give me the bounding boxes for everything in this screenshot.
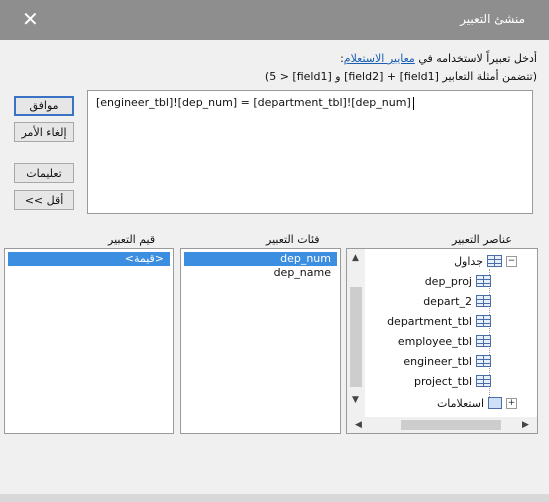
tree-item-label: engineer_tbl bbox=[403, 354, 472, 368]
less-button[interactable]: << أقل bbox=[14, 190, 74, 210]
help-button[interactable]: تعليمات bbox=[14, 163, 74, 183]
vertical-scrollbar[interactable]: ▲ ▼ bbox=[347, 249, 365, 419]
tree-item-label: employee_tbl bbox=[397, 334, 472, 348]
scrollbar-thumb[interactable] bbox=[401, 420, 501, 430]
scroll-right-icon[interactable]: ▶ bbox=[522, 420, 529, 430]
list-item[interactable]: dep_num bbox=[184, 252, 337, 266]
tree-item-queries[interactable]: استعلامات + bbox=[437, 395, 517, 411]
tree-item-table[interactable]: project_tbl bbox=[414, 373, 491, 389]
window-title: منشئ التعبير bbox=[460, 12, 525, 26]
horizontal-scrollbar[interactable]: ◀ ▶ bbox=[347, 417, 537, 433]
tree-item-label: depart_2 bbox=[423, 294, 472, 308]
title-bar: ✕ منشئ التعبير bbox=[0, 0, 549, 40]
expression-elements-tree[interactable]: ▲ ▼ جداول − dep_proj depart_2 department… bbox=[346, 248, 538, 434]
table-icon bbox=[476, 375, 491, 387]
expand-icon[interactable]: + bbox=[506, 397, 517, 409]
instruction-text: أدخل تعبيراً لاستخدامه في bbox=[414, 52, 537, 65]
expression-text: [engineer_tbl]![dep_num] = [department_t… bbox=[96, 96, 411, 109]
categories-label: فئات التعبير bbox=[266, 233, 320, 246]
table-icon bbox=[476, 335, 491, 347]
tree-item-label: project_tbl bbox=[413, 374, 472, 388]
text-caret bbox=[412, 96, 414, 110]
table-icon bbox=[476, 295, 491, 307]
query-criteria-link[interactable]: معايير الاستعلام bbox=[344, 52, 415, 65]
cancel-button[interactable]: إلغاء الأمر bbox=[14, 122, 74, 142]
values-label: قيم التعبير bbox=[108, 233, 156, 246]
ok-button[interactable]: موافق bbox=[14, 96, 74, 116]
list-item[interactable]: <قيمة> bbox=[8, 252, 170, 266]
close-icon[interactable]: ✕ bbox=[22, 7, 39, 31]
table-icon bbox=[476, 355, 491, 367]
tree-item-label: dep_proj bbox=[424, 274, 472, 288]
instruction-line-1: أدخل تعبيراً لاستخدامه في معايير الاستعل… bbox=[340, 52, 537, 65]
tree-item-tables[interactable]: جداول − bbox=[454, 253, 517, 269]
tree-item-label: جداول bbox=[454, 254, 483, 268]
tree-item-table[interactable]: depart_2 bbox=[423, 293, 491, 309]
queries-icon bbox=[488, 397, 502, 409]
tree-item-table[interactable]: dep_proj bbox=[425, 273, 491, 289]
tree-item-table[interactable]: department_tbl bbox=[387, 313, 491, 329]
expression-editor[interactable]: [engineer_tbl]![dep_num] = [department_t… bbox=[87, 90, 533, 214]
scroll-down-icon[interactable]: ▼ bbox=[352, 395, 359, 405]
window-bottom-edge bbox=[0, 494, 549, 502]
scroll-up-icon[interactable]: ▲ bbox=[352, 253, 359, 263]
table-icon bbox=[476, 315, 491, 327]
instruction-line-2: (تتضمن أمثلة التعابير [field1] + [field2… bbox=[264, 70, 537, 83]
expression-values-list[interactable]: <قيمة> bbox=[4, 248, 174, 434]
table-icon bbox=[476, 275, 491, 287]
tree-item-table[interactable]: engineer_tbl bbox=[403, 353, 491, 369]
elements-label: عناصر التعبير bbox=[452, 233, 512, 246]
list-item[interactable]: dep_name bbox=[184, 266, 337, 280]
tree-item-table[interactable]: employee_tbl bbox=[398, 333, 491, 349]
scroll-left-icon[interactable]: ◀ bbox=[355, 420, 362, 430]
collapse-icon[interactable]: − bbox=[506, 255, 517, 267]
expression-categories-list[interactable]: dep_num dep_name bbox=[180, 248, 341, 434]
tree-item-label: department_tbl bbox=[387, 314, 472, 328]
scrollbar-thumb[interactable] bbox=[350, 287, 362, 387]
tree-item-label: استعلامات bbox=[436, 396, 484, 410]
tables-icon bbox=[487, 255, 502, 267]
